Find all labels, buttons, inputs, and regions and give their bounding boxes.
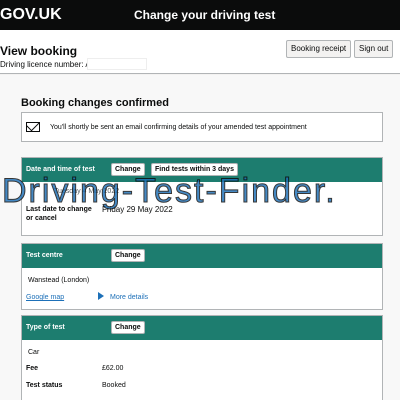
- test-type-value: Car: [28, 349, 40, 356]
- account-subheader: View booking Driving licence number: AVC…: [0, 30, 400, 74]
- play-icon: [98, 292, 104, 300]
- more-details-link[interactable]: More details: [110, 294, 148, 301]
- test-centre-title: Test centre: [26, 252, 63, 259]
- confirmation-heading: Booking changes confirmed: [21, 97, 169, 109]
- fee-value: £62.00: [102, 365, 124, 372]
- google-map-link[interactable]: Google map: [26, 294, 64, 301]
- email-notice-text: You'll shortly be sent an email confirmi…: [50, 124, 307, 131]
- change-centre-button[interactable]: Change: [111, 249, 145, 262]
- main-content: Booking changes confirmed You'll shortly…: [0, 75, 400, 400]
- test-centre-card: Test centre Change Wanstead (London) Goo…: [21, 243, 383, 310]
- test-type-card-header: Type of test Change: [22, 316, 382, 340]
- page-title: View booking: [0, 44, 78, 58]
- sign-out-button[interactable]: Sign out: [354, 40, 394, 58]
- test-type-title: Type of test: [26, 324, 65, 331]
- gov-uk-logo[interactable]: GOV.UK: [0, 6, 62, 24]
- test-centre-card-header: Test centre Change: [22, 244, 382, 268]
- change-type-button[interactable]: Change: [111, 321, 145, 334]
- test-status-value: Booked: [102, 382, 126, 389]
- booking-receipt-button[interactable]: Booking receipt: [286, 40, 352, 58]
- driving-test-finder-watermark: Driving-Test-Finder.: [2, 172, 337, 211]
- envelope-icon: [26, 122, 40, 132]
- centre-name: Wanstead (London): [28, 277, 90, 284]
- test-type-card: Type of test Change Car Fee £62.00 Test …: [21, 315, 383, 400]
- service-name[interactable]: Change your driving test: [134, 8, 275, 22]
- fee-label: Fee: [26, 365, 39, 372]
- test-status-label: Test status: [26, 382, 63, 389]
- top-header-bar: GOV.UK Change your driving test: [0, 0, 400, 30]
- email-notice-panel: You'll shortly be sent an email confirmi…: [21, 112, 383, 142]
- licence-number-redaction: [87, 58, 147, 70]
